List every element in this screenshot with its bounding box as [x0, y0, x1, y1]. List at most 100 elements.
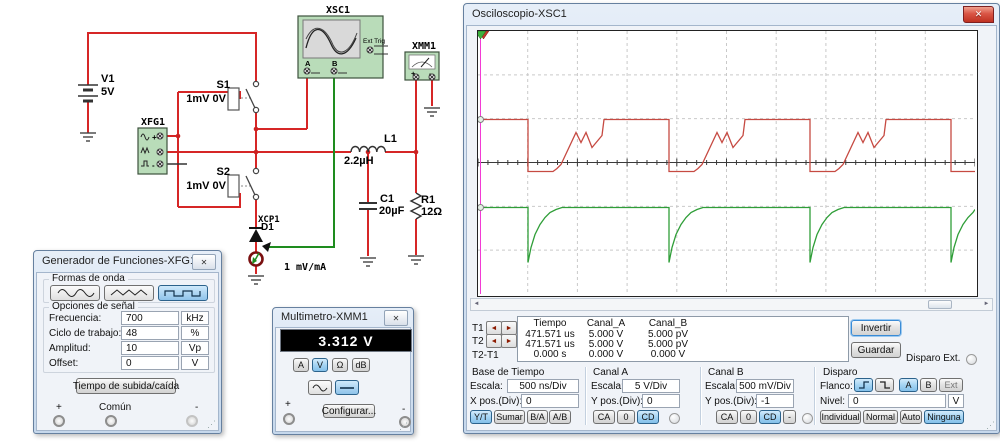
multimeter-dialog[interactable]: Multimetro-XMM1 ✕ 3.312 V A V Ω dB + - C…: [272, 307, 414, 435]
timebase-xpos-input[interactable]: 0: [521, 394, 579, 408]
oscilloscope-icon[interactable]: Ext Trig A B XSC1: [298, 5, 388, 78]
trigger-none-button[interactable]: Ninguna: [924, 410, 964, 424]
offset-input[interactable]: 0: [121, 356, 179, 370]
mode-amps-button[interactable]: A: [293, 358, 309, 372]
scope-controls: Base de Tiempo Escala: 500 ns/Div X pos.…: [469, 365, 994, 426]
dc-mode-button[interactable]: [335, 380, 359, 395]
channel-b-ac-button[interactable]: CA: [716, 410, 738, 424]
timebase-scale-input[interactable]: 500 ns/Div: [507, 379, 579, 393]
close-icon[interactable]: ✕: [192, 254, 216, 270]
ext-trig-label: Ext Trig: [363, 38, 385, 45]
sine-icon: [55, 288, 95, 298]
amplitude-input[interactable]: 10: [121, 341, 179, 355]
trigger-normal-button[interactable]: Normal: [863, 410, 898, 424]
square-icon: [163, 288, 203, 298]
invert-button[interactable]: Invertir: [851, 320, 901, 336]
capacitor-c1[interactable]: C1 20µF: [359, 193, 405, 217]
channel-a-ypos-input[interactable]: 0: [642, 394, 680, 408]
ab-mode-button[interactable]: A/B: [549, 410, 571, 424]
channel-b-scale-input[interactable]: 500 mV/Div: [736, 379, 794, 393]
window-title: Osciloscopio-XSC1: [472, 8, 567, 20]
minus-terminal[interactable]: [186, 415, 198, 427]
ext-trigger-radio[interactable]: [966, 354, 977, 365]
square-wave-button[interactable]: [158, 285, 208, 301]
duty-cycle-input[interactable]: 48: [121, 326, 179, 340]
xmm1-ref: XMM1: [412, 41, 436, 52]
v1-ref: V1: [101, 73, 114, 85]
sine-wave-button[interactable]: [50, 285, 100, 301]
trigger-auto-button[interactable]: Auto: [900, 410, 922, 424]
duty-cycle-unit[interactable]: %: [181, 326, 209, 340]
common-terminal[interactable]: [105, 415, 117, 427]
trigger-level-unit[interactable]: V: [948, 394, 964, 408]
inductor-l1[interactable]: L1 2.2µH: [344, 133, 397, 167]
r1-ref: R1: [421, 194, 435, 206]
plus-terminal[interactable]: [283, 413, 295, 425]
function-generator-dialog[interactable]: Generador de Funciones-XFG1 ✕ Formas de …: [33, 250, 222, 434]
scope-scrollbar[interactable]: ◄ ►: [470, 298, 993, 311]
falling-edge-button[interactable]: [875, 378, 894, 392]
channel-b-ypos-input[interactable]: -1: [756, 394, 794, 408]
channel-b-dc-button[interactable]: CD: [759, 410, 781, 424]
trigger-level-label: Nivel:: [820, 396, 845, 407]
trigger-a-button[interactable]: A: [899, 378, 918, 392]
close-icon[interactable]: ✕: [963, 6, 994, 23]
channel-a-scale-input[interactable]: 5 V/Div: [622, 379, 680, 393]
channel-a-ac-button[interactable]: CA: [593, 410, 615, 424]
function-generator-icon[interactable]: + - XFG1: [138, 117, 167, 174]
ba-mode-button[interactable]: B/A: [527, 410, 548, 424]
switch-s2[interactable]: S2 1mV 0V: [186, 166, 258, 200]
resize-grip[interactable]: ⋰: [399, 422, 408, 431]
plus-terminal[interactable]: [53, 415, 65, 427]
channel-a-zero-button[interactable]: 0: [617, 410, 635, 424]
trigger-group-label: Disparo: [823, 367, 857, 378]
xfg1-ref: XFG1: [141, 117, 165, 128]
channel-b-invert-button[interactable]: -: [783, 410, 796, 424]
resize-grip[interactable]: ⋰: [986, 421, 995, 430]
mode-volts-button[interactable]: V: [312, 358, 328, 372]
battery-v1[interactable]: V1 5V: [78, 73, 115, 101]
trigger-b-button[interactable]: B: [920, 378, 937, 392]
t1-right-icon[interactable]: ►: [501, 321, 517, 335]
t1-left-icon[interactable]: ◄: [486, 321, 502, 335]
v1-value: 5V: [101, 86, 115, 98]
multimeter-icon[interactable]: + - XMM1: [405, 41, 439, 80]
frequency-input[interactable]: 700: [121, 311, 179, 325]
frequency-label: Frecuencia:: [49, 313, 101, 324]
channel-b-zero-button[interactable]: 0: [740, 410, 757, 424]
channel-a-label: A: [305, 59, 311, 68]
diode-d1[interactable]: XCP1 D1: [249, 215, 280, 242]
yt-mode-button[interactable]: Y/T: [470, 410, 492, 424]
scrollbar-thumb[interactable]: [928, 300, 952, 309]
offset-unit[interactable]: V: [181, 356, 209, 370]
t2-right-icon[interactable]: ►: [501, 334, 517, 348]
rising-edge-button[interactable]: [854, 378, 873, 392]
window-title-bar[interactable]: Osciloscopio-XSC1: [464, 4, 999, 24]
trigger-level-input[interactable]: 0: [848, 394, 946, 408]
channel-b-label: B: [332, 59, 338, 68]
frequency-unit[interactable]: kHz: [181, 311, 209, 325]
trigger-single-button[interactable]: Individual: [820, 410, 861, 424]
channel-a-dc-button[interactable]: CD: [637, 410, 659, 424]
rising-edge-icon: [857, 379, 870, 391]
mode-ohms-button[interactable]: Ω: [332, 358, 348, 372]
amplitude-unit[interactable]: Vp: [181, 341, 209, 355]
t2-left-icon[interactable]: ◄: [486, 334, 502, 348]
add-mode-button[interactable]: Sumar: [494, 410, 525, 424]
rise-fall-time-button[interactable]: Tiempo de subida/caída: [76, 378, 176, 394]
scroll-left-icon[interactable]: ◄: [471, 299, 482, 308]
c1-ref: C1: [380, 193, 394, 205]
trigger-ext-button[interactable]: Ext: [939, 378, 963, 392]
col-header-time: Tiempo: [518, 318, 582, 329]
scroll-right-icon[interactable]: ►: [981, 299, 992, 308]
triangle-wave-button[interactable]: [104, 285, 154, 301]
close-icon[interactable]: ✕: [384, 310, 408, 326]
save-button[interactable]: Guardar: [851, 342, 901, 358]
mode-db-button[interactable]: dB: [352, 358, 370, 372]
ac-mode-button[interactable]: [308, 380, 332, 395]
resistor-r1[interactable]: R1 12Ω: [411, 193, 442, 219]
oscilloscope-window[interactable]: Osciloscopio-XSC1 ✕ ◄ ► T1 ◄ ► T2 ◄ ► T2…: [463, 3, 1000, 434]
switch-s1[interactable]: S1 1mV 0V: [186, 79, 258, 113]
resize-grip[interactable]: ⋰: [207, 420, 216, 429]
configure-button[interactable]: Configurar...: [323, 404, 375, 418]
